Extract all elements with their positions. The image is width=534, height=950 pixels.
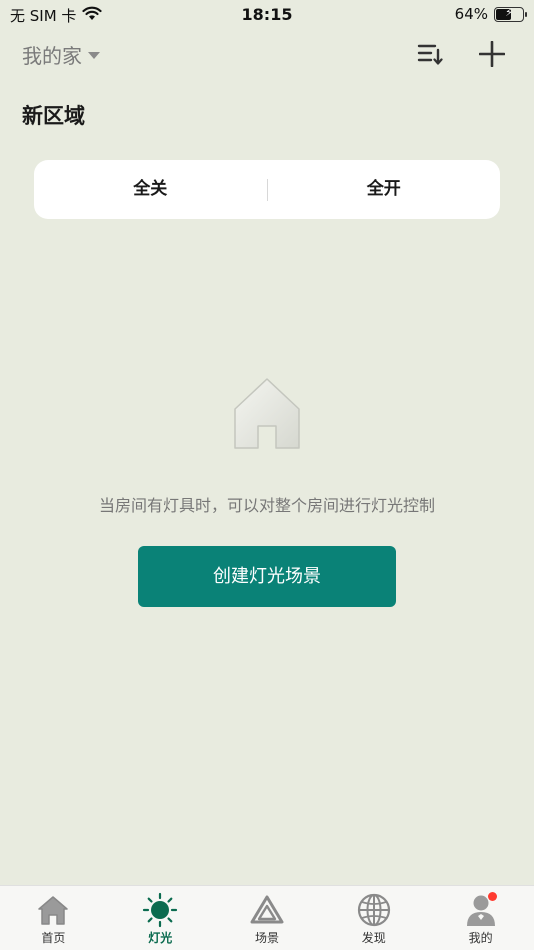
all-on-button[interactable]: 全开 xyxy=(268,160,501,219)
sort-button[interactable] xyxy=(412,38,448,74)
house-icon xyxy=(232,376,302,450)
battery-icon: ⚡ xyxy=(494,5,527,22)
tab-label: 灯光 xyxy=(148,931,173,945)
tab-label: 首页 xyxy=(41,931,66,945)
home-selector[interactable]: 我的家 xyxy=(22,40,100,69)
scene-icon xyxy=(249,892,285,928)
discover-icon xyxy=(356,892,392,928)
tab-discover[interactable]: 发现 xyxy=(320,886,427,950)
charging-bolt-icon: ⚡ xyxy=(505,5,513,19)
home-icon xyxy=(35,892,71,928)
plus-icon xyxy=(478,40,506,71)
header: 我的家 xyxy=(0,38,534,74)
battery-percent: 64% xyxy=(454,5,488,23)
profile-icon xyxy=(463,892,499,928)
create-light-scene-button[interactable]: 创建灯光场景 xyxy=(138,546,396,607)
tab-label: 我的 xyxy=(468,931,493,945)
light-icon xyxy=(142,892,178,928)
add-button[interactable] xyxy=(474,38,510,74)
tab-home[interactable]: 首页 xyxy=(0,886,107,950)
light-toggle-card: 全关 全开 xyxy=(34,160,500,219)
status-right: 64% ⚡ xyxy=(454,5,527,23)
tab-light[interactable]: 灯光 xyxy=(107,886,214,950)
tab-profile[interactable]: 我的 xyxy=(427,886,534,950)
caret-down-icon xyxy=(88,52,100,59)
sort-icon xyxy=(417,42,443,70)
tab-scene[interactable]: 场景 xyxy=(214,886,321,950)
tab-label: 场景 xyxy=(254,931,279,945)
home-name: 我的家 xyxy=(22,44,82,68)
notification-badge xyxy=(487,892,497,901)
all-off-button[interactable]: 全关 xyxy=(34,160,267,219)
area-title: 新区域 xyxy=(22,104,85,128)
tab-label: 发现 xyxy=(361,931,386,945)
status-bar: 无 SIM 卡 18:15 64% ⚡ xyxy=(0,0,534,30)
empty-state-message: 当房间有灯具时，可以对整个房间进行灯光控制 xyxy=(98,496,435,515)
tab-bar: 首页 灯光 场景 发现 我的 xyxy=(0,885,534,950)
